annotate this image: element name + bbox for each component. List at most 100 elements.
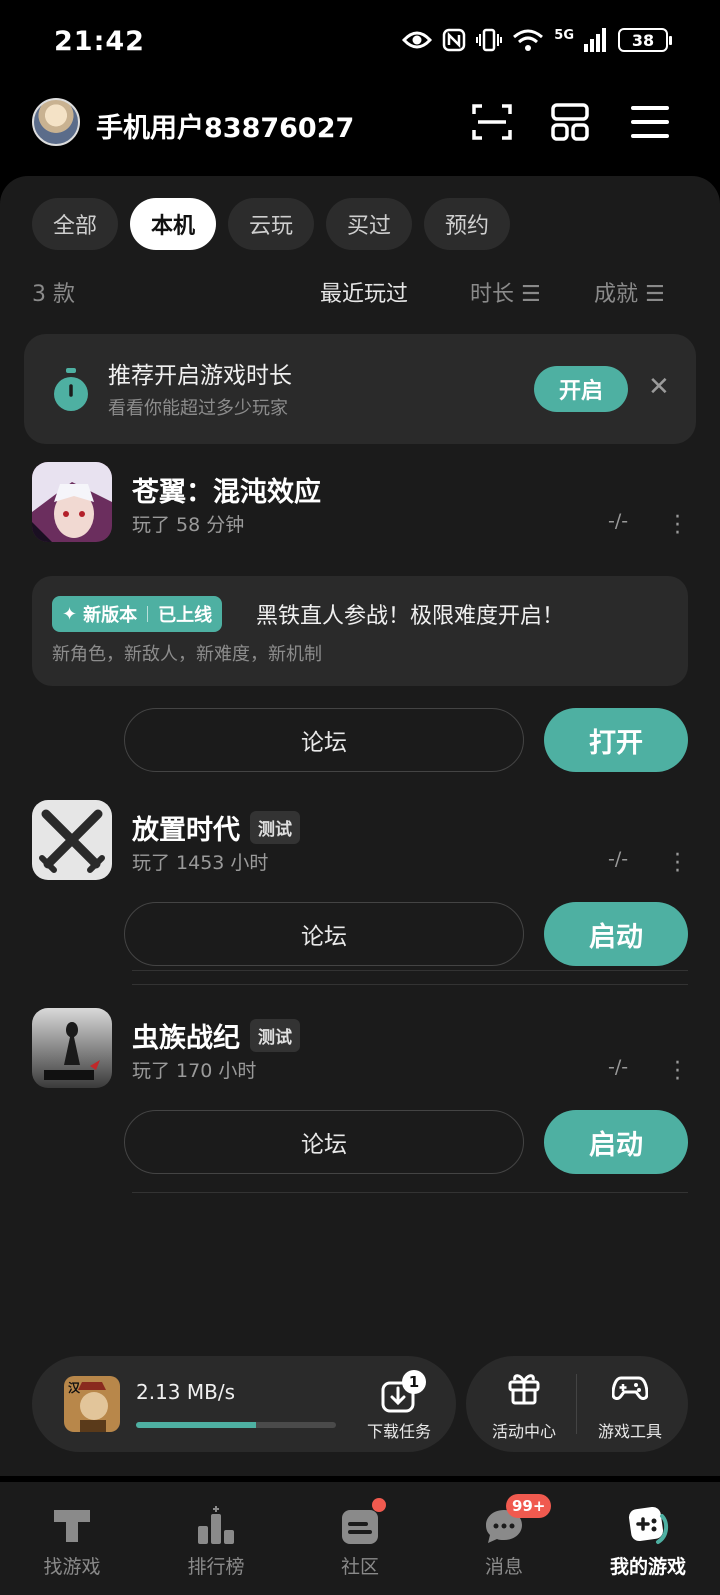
badge-divider <box>147 606 149 622</box>
activity-center-label: 活动中心 <box>491 1422 556 1441</box>
game-score: -/- <box>608 848 629 870</box>
scan-icon[interactable] <box>470 100 514 144</box>
avatar[interactable] <box>32 98 80 146</box>
sort-bar: 3 款 最近玩过 时长 ☰ 成就 ☰ <box>32 272 688 312</box>
nav-community[interactable]: 社区 <box>288 1482 432 1595</box>
filter-chip-purchased[interactable]: 买过 <box>326 198 412 250</box>
status-icons: 5G 38 <box>402 28 672 52</box>
more-options-icon[interactable]: · · · <box>674 507 681 545</box>
game-icon-zerg-war[interactable] <box>32 1008 112 1088</box>
wifi-icon <box>513 29 544 51</box>
find-games-icon <box>54 1510 90 1542</box>
launch-game-button[interactable]: 启动 <box>544 1110 688 1174</box>
username[interactable]: 手机用户83876027 <box>96 106 354 145</box>
app-header: 手机用户83876027 <box>0 96 720 156</box>
download-tasks-label: 下载任务 <box>366 1422 431 1441</box>
update-card[interactable]: ✦ 新版本 已上线 黑铁直人参战！极限难度开启！ 新角色，新敌人，新难度，新机制 <box>32 576 688 686</box>
open-game-button[interactable]: 打开 <box>544 708 688 772</box>
forum-button[interactable]: 论坛 <box>124 708 524 772</box>
eye-icon <box>402 31 433 49</box>
promo-subtitle: 看看你能超过多少玩家 <box>108 398 288 419</box>
rankings-icon <box>198 1506 234 1544</box>
sort-icon: ☰ <box>645 282 665 307</box>
nav-label: 消息 <box>484 1556 523 1578</box>
game-score: -/- <box>608 1056 629 1078</box>
beta-tag: 测试 <box>250 811 300 844</box>
sort-icon: ☰ <box>521 282 541 307</box>
game-title-text: 虫族战纪 <box>132 1023 240 1054</box>
nav-label: 排行榜 <box>187 1556 245 1578</box>
sort-achievement[interactable]: 成就 ☰ <box>594 276 665 308</box>
sort-achievement-label: 成就 <box>594 282 639 307</box>
divider <box>132 984 688 985</box>
game-playtime: 玩了 170 小时 <box>132 1060 257 1082</box>
game-tools-label: 游戏工具 <box>597 1422 662 1441</box>
nav-rankings[interactable]: 排行榜 <box>144 1482 288 1595</box>
update-title: 黑铁直人参战！极限难度开启！ <box>256 604 565 629</box>
filter-chip-local[interactable]: 本机 <box>130 198 216 250</box>
download-tasks-button[interactable]: 1 下载任务 <box>354 1370 444 1441</box>
game-playtime: 玩了 1453 小时 <box>132 852 269 874</box>
notification-dot <box>372 1498 386 1512</box>
nav-label: 我的游戏 <box>609 1556 686 1578</box>
nav-my-games[interactable]: 我的游戏 <box>576 1482 720 1595</box>
divider <box>132 1192 688 1193</box>
game-score: -/- <box>608 510 629 532</box>
gift-icon <box>508 1374 540 1405</box>
download-count-badge: 1 <box>402 1370 426 1394</box>
update-badge: ✦ 新版本 已上线 <box>52 596 223 632</box>
sort-duration[interactable]: 时长 ☰ <box>470 276 541 308</box>
battery-indicator: 38 <box>618 28 672 52</box>
bottom-navigation: 找游戏 排行榜 社区 99+ 消息 我的游戏 <box>0 1482 720 1595</box>
game-tools-button[interactable]: 游戏工具 <box>580 1370 680 1441</box>
enable-playtime-button[interactable]: 开启 <box>534 366 628 412</box>
nav-find-games[interactable]: 找游戏 <box>0 1482 144 1595</box>
network-label: 5G <box>554 28 574 43</box>
sparkle-icon: ✦ <box>62 603 78 625</box>
beta-tag: 测试 <box>250 1019 300 1052</box>
game-title-text: 苍翼：混沌效应 <box>132 477 321 508</box>
close-icon[interactable]: ✕ <box>648 372 670 402</box>
game-icon-blazblue[interactable] <box>32 462 112 542</box>
filter-chips: 全部 本机 云玩 买过 预约 <box>32 198 510 250</box>
promo-title: 推荐开启游戏时长 <box>108 363 292 389</box>
filter-chip-all[interactable]: 全部 <box>32 198 118 250</box>
vibrate-icon <box>476 28 503 52</box>
downloading-game-icon: 汉 <box>64 1376 120 1432</box>
nfc-icon <box>443 28 466 52</box>
activity-center-button[interactable]: 活动中心 <box>474 1370 574 1441</box>
download-progress-fill <box>136 1422 256 1428</box>
divider <box>132 970 688 971</box>
filter-chip-reserved[interactable]: 预约 <box>424 198 510 250</box>
download-speed: 2.13 MB/s <box>136 1380 236 1404</box>
signal-icon <box>584 28 606 52</box>
tools-divider <box>576 1374 577 1434</box>
playtime-promo-card: 推荐开启游戏时长 看看你能超过多少玩家 开启 ✕ <box>24 334 696 444</box>
game-title: 放置时代 测试 <box>132 808 300 847</box>
download-progress-bar <box>136 1422 336 1428</box>
forum-button[interactable]: 论坛 <box>124 902 524 966</box>
status-bar: 21:42 5G 38 <box>0 0 720 88</box>
forum-button[interactable]: 论坛 <box>124 1110 524 1174</box>
message-count-badge: 99+ <box>506 1494 552 1518</box>
nav-messages[interactable]: 99+ 消息 <box>432 1482 576 1595</box>
filter-chip-cloud[interactable]: 云玩 <box>228 198 314 250</box>
svg-text:汉: 汉 <box>68 1380 81 1395</box>
my-games-panel: 全部 本机 云玩 买过 预约 3 款 最近玩过 时长 ☰ 成就 ☰ 推荐开启游戏… <box>0 176 720 1476</box>
menu-icon[interactable] <box>628 100 672 144</box>
game-playtime: 玩了 58 分钟 <box>132 514 245 536</box>
download-dock[interactable]: 汉 2.13 MB/s 1 下载任务 <box>32 1356 456 1452</box>
nav-label: 社区 <box>340 1556 379 1578</box>
game-icon-idle-era[interactable] <box>32 800 112 880</box>
more-options-icon[interactable]: · · · <box>674 845 681 883</box>
gamepad-icon <box>612 1376 648 1400</box>
sort-recent[interactable]: 最近玩过 <box>320 276 408 308</box>
update-badge-status: 已上线 <box>158 605 213 626</box>
game-title: 苍翼：混沌效应 <box>132 470 321 509</box>
game-title-text: 放置时代 <box>132 815 240 846</box>
game-title: 虫族战纪 测试 <box>132 1016 300 1055</box>
layout-icon[interactable] <box>548 100 592 144</box>
more-options-icon[interactable]: · · · <box>674 1053 681 1091</box>
status-time: 21:42 <box>54 26 145 57</box>
launch-game-button[interactable]: 启动 <box>544 902 688 966</box>
